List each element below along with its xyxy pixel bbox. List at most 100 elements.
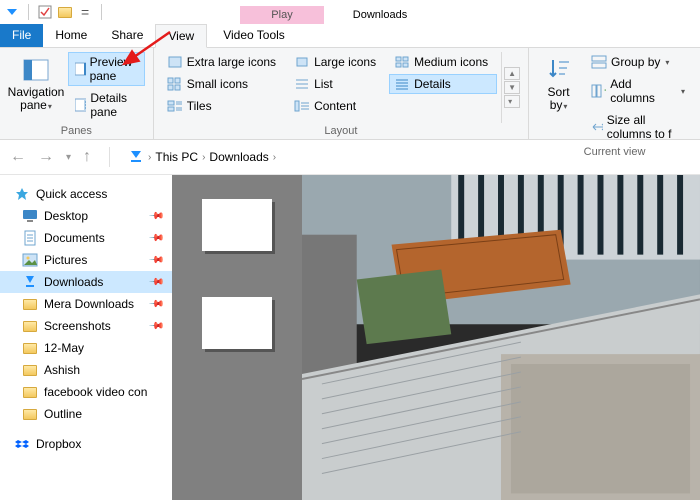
preview-pane-label: Preview pane [90,55,138,83]
ribbon: Navigation pane▾ Preview pane Details pa… [0,48,700,140]
folder-icon [22,384,38,400]
breadcrumb-downloads[interactable]: Downloads [209,150,268,164]
nav-forward-button[interactable]: → [38,148,54,166]
context-tab-play: Play [240,6,324,24]
navigation-pane-button[interactable]: Navigation pane▾ [8,52,64,123]
tab-share[interactable]: Share [99,24,155,47]
content-area: Quick access Desktop 📌 Documents 📌 Pictures 📌… [0,174,700,500]
navigation-pane-label: Navigation pane [8,85,65,112]
sidebar-dropbox[interactable]: Dropbox [0,433,172,455]
downloads-icon [22,274,38,290]
sidebar-item-label: Mera Downloads [44,297,134,311]
tab-home[interactable]: Home [43,24,99,47]
layout-small-icons[interactable]: Small icons [162,74,285,94]
pin-icon: 📌 [147,252,164,269]
details-pane-button[interactable]: Details pane [68,88,145,122]
folder-icon [22,362,38,378]
desktop-icon [22,208,38,224]
sidebar-item-documents[interactable]: Documents 📌 [0,227,172,249]
sidebar-item-downloads[interactable]: Downloads 📌 [0,271,172,293]
sidebar-item-label: 12-May [44,341,84,355]
sidebar-item-label: Desktop [44,209,88,223]
dropbox-label: Dropbox [36,437,81,451]
layout-large-icons[interactable]: Large icons [289,52,385,72]
sidebar-item-12-may[interactable]: 12-May [0,337,172,359]
layout-scroll-up[interactable]: ▲ [504,67,520,80]
sidebar-item-pictures[interactable]: Pictures 📌 [0,249,172,271]
layout-group-label: Layout [162,123,520,139]
breadcrumb-thispc[interactable]: This PC [155,150,198,164]
folder-icon [22,318,38,334]
preview-pane [172,175,700,500]
documents-icon [22,230,38,246]
pin-icon: 📌 [147,230,164,247]
sidebar-item-label: Outline [44,407,82,421]
add-columns-button[interactable]: +Add columns▾ [584,74,692,108]
tab-view[interactable]: View [155,24,207,48]
layout-details[interactable]: Details [389,74,497,94]
star-icon [14,186,30,202]
current-view-group-label: Current view [537,144,692,160]
svg-text:+: + [604,84,606,97]
ribbon-group-layout: Extra large icons Small icons Tiles Larg… [154,48,529,139]
sidebar-item-label: Ashish [44,363,80,377]
sidebar-item-desktop[interactable]: Desktop 📌 [0,205,172,227]
layout-medium-icons[interactable]: Medium icons [389,52,497,72]
sort-by-button[interactable]: Sort by▾ [537,52,580,144]
downloads-folder-icon [128,149,144,165]
sidebar-item-mera-downloads[interactable]: Mera Downloads 📌 [0,293,172,315]
thumbnail-strip [172,175,302,500]
qat-folder-icon[interactable] [57,4,73,20]
navigation-sidebar: Quick access Desktop 📌 Documents 📌 Pictures 📌… [0,175,172,500]
tab-file[interactable]: File [0,24,43,47]
sidebar-item-screenshots[interactable]: Screenshots 📌 [0,315,172,337]
group-by-button[interactable]: Group by▾ [584,52,692,72]
layout-scroll-down[interactable]: ▼ [504,81,520,94]
layout-tiles[interactable]: Tiles [162,96,285,116]
folder-icon [22,406,38,422]
sidebar-item-outline[interactable]: Outline [0,403,172,425]
nav-back-button[interactable]: ← [10,148,26,166]
dropbox-icon [14,436,30,452]
contextual-tabs: Play Downloads [240,0,422,24]
layout-list[interactable]: List [289,74,385,94]
preview-pane-button[interactable]: Preview pane [68,52,145,86]
panes-group-label: Panes [8,123,145,139]
preview-viewport[interactable] [302,175,700,500]
sidebar-item-facebook-video-con[interactable]: facebook video con [0,381,172,403]
sidebar-item-label: facebook video con [44,385,147,399]
chevron-right-icon[interactable]: › [148,152,151,163]
quick-access-label: Quick access [36,187,107,201]
layout-gallery-expand[interactable]: ▾ [504,95,520,108]
folder-icon [22,296,38,312]
window-title: Downloads [338,9,422,24]
thumbnail-2[interactable] [202,297,272,349]
sidebar-item-label: Pictures [44,253,87,267]
pin-icon: 📌 [147,318,164,335]
pin-icon: 📌 [147,296,164,313]
sidebar-item-label: Screenshots [44,319,111,333]
chevron-right-icon[interactable]: › [273,152,276,163]
qat-properties-icon[interactable] [37,4,53,20]
thumbnail-1[interactable] [202,199,272,251]
pin-icon: 📌 [147,208,164,225]
details-pane-label: Details pane [90,91,137,119]
sidebar-quick-access[interactable]: Quick access [0,183,172,205]
pin-icon: 📌 [147,274,164,291]
sidebar-item-ashish[interactable]: Ashish [0,359,172,381]
folder-icon [22,340,38,356]
breadcrumb[interactable]: › This PC › Downloads › [128,149,276,165]
sidebar-item-label: Downloads [44,275,103,289]
nav-up-button[interactable]: ↑ [83,148,91,166]
tab-video-tools[interactable]: Video Tools [211,24,297,47]
chevron-right-icon[interactable]: › [202,152,205,163]
layout-content[interactable]: Content [289,96,385,116]
nav-history-dropdown[interactable]: ▾ [66,152,71,163]
size-all-columns-button[interactable]: Size all columns to f [584,110,692,144]
qat-overflow-icon[interactable]: = [81,4,89,20]
sidebar-item-label: Documents [44,231,105,245]
ribbon-tabs: File Home Share View Video Tools [0,24,700,48]
layout-extra-large-icons[interactable]: Extra large icons [162,52,285,72]
down-arrow-icon[interactable] [4,4,20,20]
pictures-icon [22,252,38,268]
